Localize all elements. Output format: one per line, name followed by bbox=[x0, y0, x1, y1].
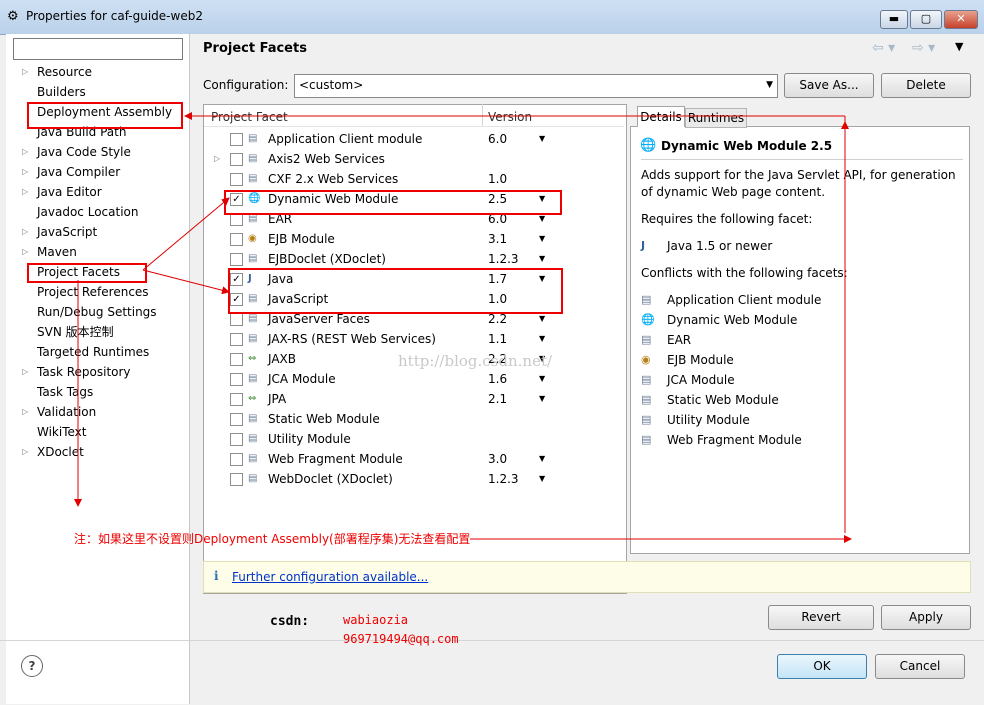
csdn-email: 969719494@qq.com bbox=[343, 632, 459, 646]
watermark: http://blog.csdn.net/ bbox=[398, 352, 553, 370]
csdn-label: csdn: bbox=[270, 614, 310, 629]
csdn-user: wabiaozia bbox=[343, 613, 409, 627]
annotation-note: 注：如果这里不设置则Deployment Assembly(部署程序集)无法查看… bbox=[74, 532, 471, 546]
